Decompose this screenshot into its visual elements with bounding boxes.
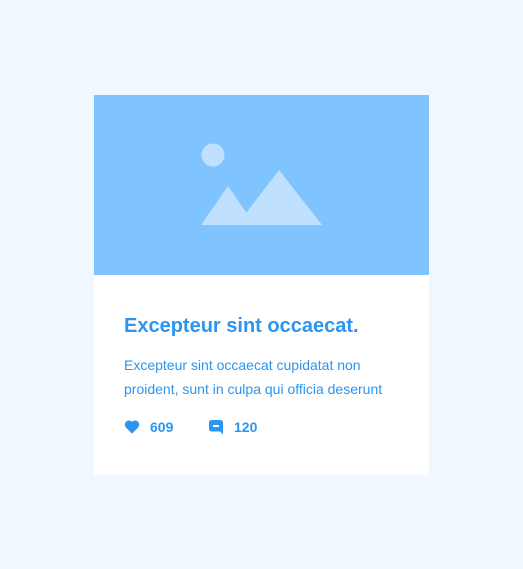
card-title: Excepteur sint occaecat.	[124, 315, 359, 337]
heart-icon	[124, 419, 140, 435]
card-description: Excepteur sint occaecat cupidatat non pr…	[124, 353, 409, 401]
card-image-placeholder	[94, 95, 429, 275]
comments-button[interactable]: 120	[208, 418, 257, 436]
likes-button[interactable]: 609	[124, 418, 173, 436]
card-description-line: proident, sunt in culpa qui officia dese…	[124, 381, 383, 397]
image-placeholder-icon	[201, 143, 322, 225]
comments-count: 120	[234, 419, 258, 435]
card: Excepteur sint occaecat. Excepteur sint …	[94, 95, 429, 475]
card-description-line: Excepteur sint occaecat cupidatat non	[124, 357, 361, 373]
likes-count: 609	[150, 419, 174, 435]
comment-icon	[208, 419, 224, 435]
